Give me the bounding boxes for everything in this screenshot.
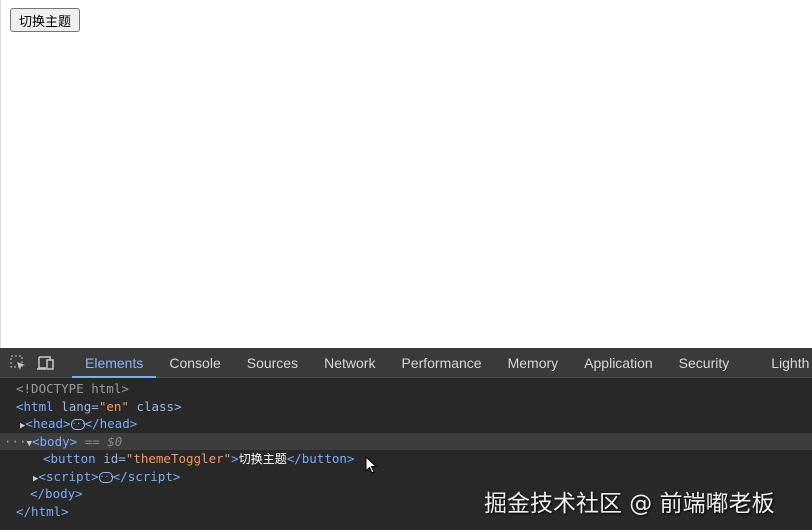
watermark: 掘金技术社区 @ 前端嘟老板 <box>484 491 775 517</box>
tree-row-doctype[interactable]: <!DOCTYPE html> <box>0 380 812 398</box>
script-tag: <script> <box>38 468 99 484</box>
page-viewport: 切换主题 <box>0 0 812 348</box>
ellipsis-icon[interactable]: ··· <box>70 419 86 430</box>
tree-row-body[interactable]: ···▼<body> == $0 <box>0 432 812 450</box>
ellipsis-icon[interactable]: ··· <box>98 471 114 483</box>
body-tag: <body> <box>32 433 78 449</box>
tab-sources[interactable]: Sources <box>234 348 311 378</box>
tab-memory[interactable]: Memory <box>495 348 572 378</box>
id-attr: id= <box>103 451 126 466</box>
id-value: "themeToggler" <box>125 451 232 466</box>
body-close-tag: </body> <box>30 486 83 501</box>
devtools-tabbar: Elements Console Sources Network Perform… <box>0 348 812 378</box>
row-options-icon[interactable]: ··· <box>4 434 27 449</box>
tab-performance[interactable]: Performance <box>388 348 494 378</box>
script-close-tag: </script> <box>112 468 181 484</box>
selected-ref: == $0 <box>84 433 123 449</box>
html-tag: <html <box>16 398 54 414</box>
mouse-cursor-icon <box>365 456 378 474</box>
doctype-text: <!DOCTYPE html> <box>16 381 129 396</box>
button-tag: <button <box>43 451 96 466</box>
html-close-tag: </html> <box>16 503 69 519</box>
device-toolbar-icon[interactable] <box>36 353 56 373</box>
tree-row-button[interactable]: <button id="themeToggler">切换主题</button> <box>0 450 812 468</box>
button-text: 切换主题 <box>238 452 287 466</box>
tab-network[interactable]: Network <box>311 348 388 378</box>
lang-attr: lang= <box>61 398 99 414</box>
head-tag: <head> <box>25 416 71 431</box>
tree-row-html[interactable]: <html lang="en" class> <box>0 398 812 416</box>
lang-value: "en" <box>98 398 129 414</box>
inspect-element-icon[interactable] <box>9 353 27 373</box>
button-close-tag: </button> <box>286 451 355 466</box>
class-attr: class> <box>136 398 182 414</box>
tree-row-script[interactable]: ▶<script>···</script> <box>0 468 812 486</box>
tab-application[interactable]: Application <box>571 348 666 378</box>
tab-elements[interactable]: Elements <box>72 348 157 378</box>
tab-console[interactable]: Console <box>156 348 233 378</box>
button-gt: > <box>231 451 239 466</box>
head-close-tag: </head> <box>84 416 138 431</box>
tree-row-head[interactable]: ▶<head>···</head> <box>0 415 812 433</box>
tab-lighthouse[interactable]: Lighth <box>758 348 812 378</box>
tab-security[interactable]: Security <box>666 348 743 378</box>
theme-toggle-button[interactable]: 切换主题 <box>10 8 81 32</box>
